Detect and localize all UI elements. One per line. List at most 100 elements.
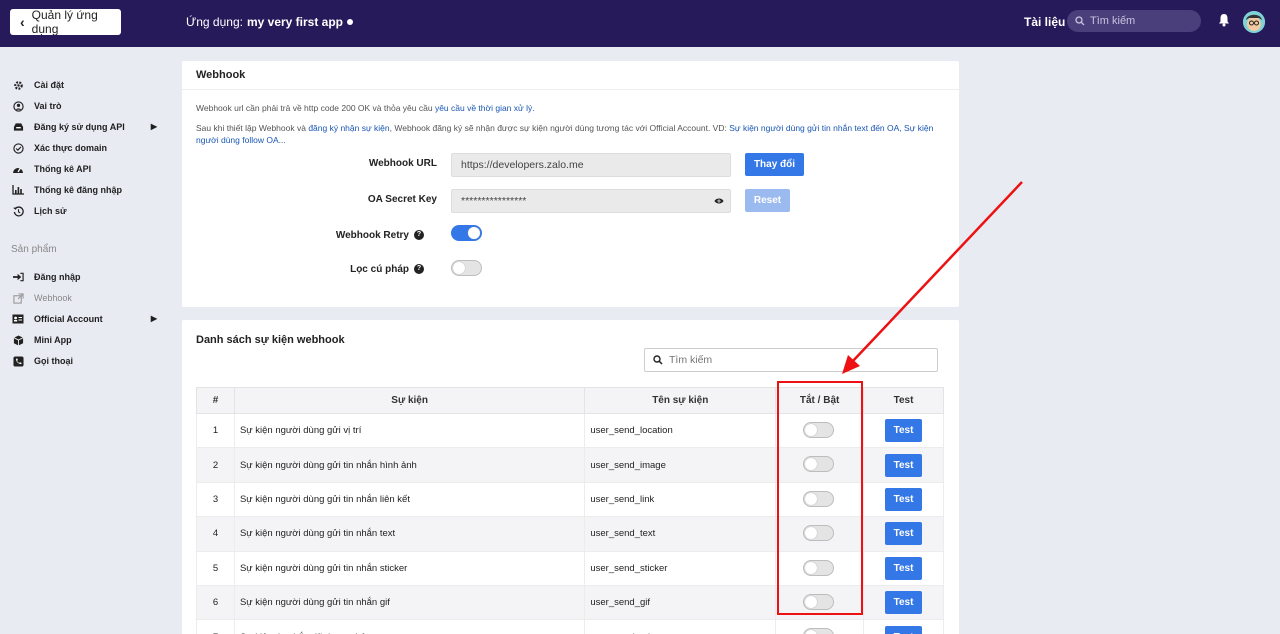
sidebar-item-label: Cài đặt [34,80,65,90]
test-button[interactable]: Test [885,522,923,546]
row-event: Sự kiện người dùng gửi tin nhắn hình ảnh [233,447,586,483]
desc-text: Sau khi thiết lập Webhook và [196,123,309,133]
sidebar-item-label: Lịch sử [34,206,67,216]
sidebar-item-label: Gọi thoại [34,356,73,366]
back-to-apps-button[interactable]: ‹ Quản lý ứng dụng [10,8,121,36]
row-event-name: user_send_gif [584,584,777,621]
divider [182,89,959,90]
sidebar-item-label: Đăng ký sử dụng API [34,122,125,132]
syntax-filter-label: Lọc cú pháp? [224,264,424,275]
row-event-name: user_send_sticker [584,550,777,586]
help-icon[interactable]: ? [414,230,424,241]
gear-icon [12,79,24,91]
sidebar-item-official-account[interactable]: Official Account ▶ [12,312,157,326]
search-icon [1075,16,1085,26]
webhook-retry-label: Webhook Retry? [224,230,424,241]
sidebar-section-products: Sản phẩm [11,244,57,255]
eye-icon[interactable] [714,197,724,205]
history-icon [12,205,24,217]
chevron-left-icon: ‹ [20,14,25,30]
secret-key-value: **************** [461,195,527,207]
events-card-title: Danh sách sự kiện webhook [196,334,345,346]
help-icon[interactable]: ? [414,264,424,275]
sidebar-item-settings[interactable]: Cài đặt [12,78,157,92]
annotation-highlight-box [777,381,863,615]
desc-text: Webhook url cần phải trả về http code 20… [196,103,435,113]
app-prefix: Ứng dụng: [186,15,243,29]
row-number: 1 [196,412,235,449]
row-number: 6 [196,584,235,621]
row-event-name: user_send_image [584,447,777,483]
sidebar-item-webhook[interactable]: Webhook [12,291,157,305]
bell-icon[interactable] [1218,13,1230,27]
syntax-filter-toggle[interactable] [451,260,482,276]
sidebar-item-call[interactable]: Gọi thoại [12,354,157,368]
events-search[interactable] [644,348,938,372]
sidebar-item-api-register[interactable]: Đăng ký sử dụng API ▶ [12,120,157,134]
sign-in-icon [12,271,24,283]
sidebar-item-login[interactable]: Đăng nhập [12,270,157,284]
change-url-button[interactable]: Thay đổi [745,153,804,176]
row-number: 7 [196,619,235,634]
docs-link[interactable]: Tài liệu [1024,15,1065,29]
row-event-name: user_received_message [584,619,777,634]
events-search-input[interactable] [669,354,929,366]
sidebar-item-label: Thống kê API [34,164,92,174]
app-name: my very first app [246,15,344,29]
test-button[interactable]: Test [885,453,923,477]
row-event-name: user_send_link [584,481,777,518]
col-test: Test [863,387,944,414]
sidebar-item-label: Xác thực domain [34,143,108,153]
row-number: 4 [196,516,235,552]
test-button[interactable]: Test [885,556,923,580]
sidebar-item-mini-app[interactable]: Mini App [12,333,157,347]
test-button[interactable]: Test [885,419,923,443]
webhook-description-1: Webhook url cần phải trả về http code 20… [196,102,948,114]
sidebar-item-history[interactable]: Lịch sử [12,204,157,218]
secret-key-label: OA Secret Key [367,194,437,205]
test-button[interactable]: Test [885,591,923,615]
reset-secret-button[interactable]: Reset [745,189,790,212]
col-number: # [196,387,235,414]
sidebar-item-api-stats[interactable]: Thống kê API [12,162,157,176]
subscribe-events-link[interactable]: đăng ký nhận sự kiện [308,123,389,133]
row-number: 5 [196,550,235,586]
sidebar-item-label: Thống kê đăng nhập [34,185,122,195]
syntax-filter-text: Lọc cú pháp [350,264,409,275]
sidebar-item-roles[interactable]: Vai trò [12,99,157,113]
desc-text: , Webhook đăng ký sẽ nhận được sự kiện n… [389,123,730,133]
row-toggle-cell [775,619,865,634]
id-card-icon [12,313,24,325]
external-link-icon [12,292,24,304]
webhook-url-field[interactable]: https://developers.zalo.me [451,153,731,177]
status-dot-icon [347,19,354,25]
header-search-input[interactable] [1090,15,1190,27]
test-button[interactable]: Test [885,487,923,511]
avatar[interactable] [1243,11,1265,33]
test-button[interactable]: Test [885,625,923,634]
event-toggle[interactable] [803,628,835,634]
sidebar-item-login-stats[interactable]: Thống kê đăng nhập [12,183,157,197]
row-event: Sự kiện người dùng gửi tin nhắn sticker [233,550,586,586]
app-title: Ứng dụng: my very first app [186,15,354,29]
row-test-cell: Test [863,584,944,621]
sidebar-item-label: Official Account [34,314,103,324]
row-event: Sự kiện người dùng gửi tin nhắn liên kết [233,481,586,518]
row-event-name: user_send_location [584,412,777,449]
inbox-icon [12,121,24,133]
row-test-cell: Test [863,412,944,449]
sidebar-item-label: Đăng nhập [34,272,81,282]
processing-time-link[interactable]: yêu cầu về thời gian xử lý. [435,103,535,113]
webhook-retry-toggle[interactable] [451,225,482,241]
webhook-card-title: Webhook [196,69,246,81]
check-circle-icon [12,142,24,154]
row-event-name: user_send_text [584,516,777,552]
sidebar-item-domain[interactable]: Xác thực domain [12,141,157,155]
row-test-cell: Test [863,447,944,483]
secret-key-field[interactable]: **************** [451,189,731,213]
header-search[interactable] [1067,10,1201,32]
row-test-cell: Test [863,516,944,552]
row-test-cell: Test [863,481,944,518]
bar-chart-icon [12,184,24,196]
table-row: 7 Sự kiện tin nhắn đã được nhận user_rec… [196,619,944,634]
